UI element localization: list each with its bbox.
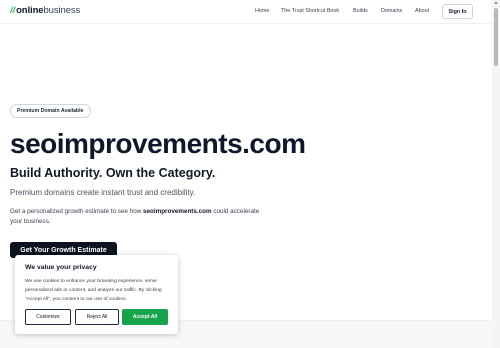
logo-text-rest: business xyxy=(43,5,81,16)
customize-button[interactable]: Customize xyxy=(25,309,71,325)
site-header: // online business Home The Trust Shortc… xyxy=(0,0,492,24)
scrollbar-thumb[interactable] xyxy=(494,8,498,66)
desc-domain: seoimprovements.com xyxy=(143,208,212,215)
cookie-text: We use cookies to enhance your browsing … xyxy=(25,279,162,302)
nav-builds[interactable]: Builds xyxy=(353,8,368,14)
reject-all-button[interactable]: Reject All xyxy=(75,309,119,325)
nav-home[interactable]: Home xyxy=(255,8,269,14)
cookie-title: We value your privacy xyxy=(25,264,97,271)
hero-tagline: Build Authority. Own the Category. xyxy=(10,166,216,180)
nav-trust-shortcut-book[interactable]: The Trust Shortcut Book xyxy=(281,8,339,14)
cookie-consent-dialog: We value your privacy We use cookies to … xyxy=(15,255,178,334)
nav-domains[interactable]: Domains xyxy=(381,8,402,14)
premium-domain-badge: Premium Domain Available xyxy=(10,104,91,118)
logo-text-bold: online xyxy=(16,5,44,16)
site-logo[interactable]: // online business xyxy=(10,5,80,16)
domain-title: seoimprovements.com xyxy=(10,128,306,159)
nav-about[interactable]: About xyxy=(415,8,429,14)
hero-description: Get a personalized growth estimate to se… xyxy=(10,207,260,227)
accept-all-button[interactable]: Accept All xyxy=(122,309,168,325)
logo-slash: // xyxy=(10,5,16,16)
desc-prefix: Get a personalized growth estimate to se… xyxy=(10,208,144,215)
hero-subline: Premium domains create instant trust and… xyxy=(10,188,196,197)
sign-in-button[interactable]: Sign In xyxy=(442,4,473,19)
scroll-up-arrow-icon[interactable] xyxy=(494,1,498,4)
